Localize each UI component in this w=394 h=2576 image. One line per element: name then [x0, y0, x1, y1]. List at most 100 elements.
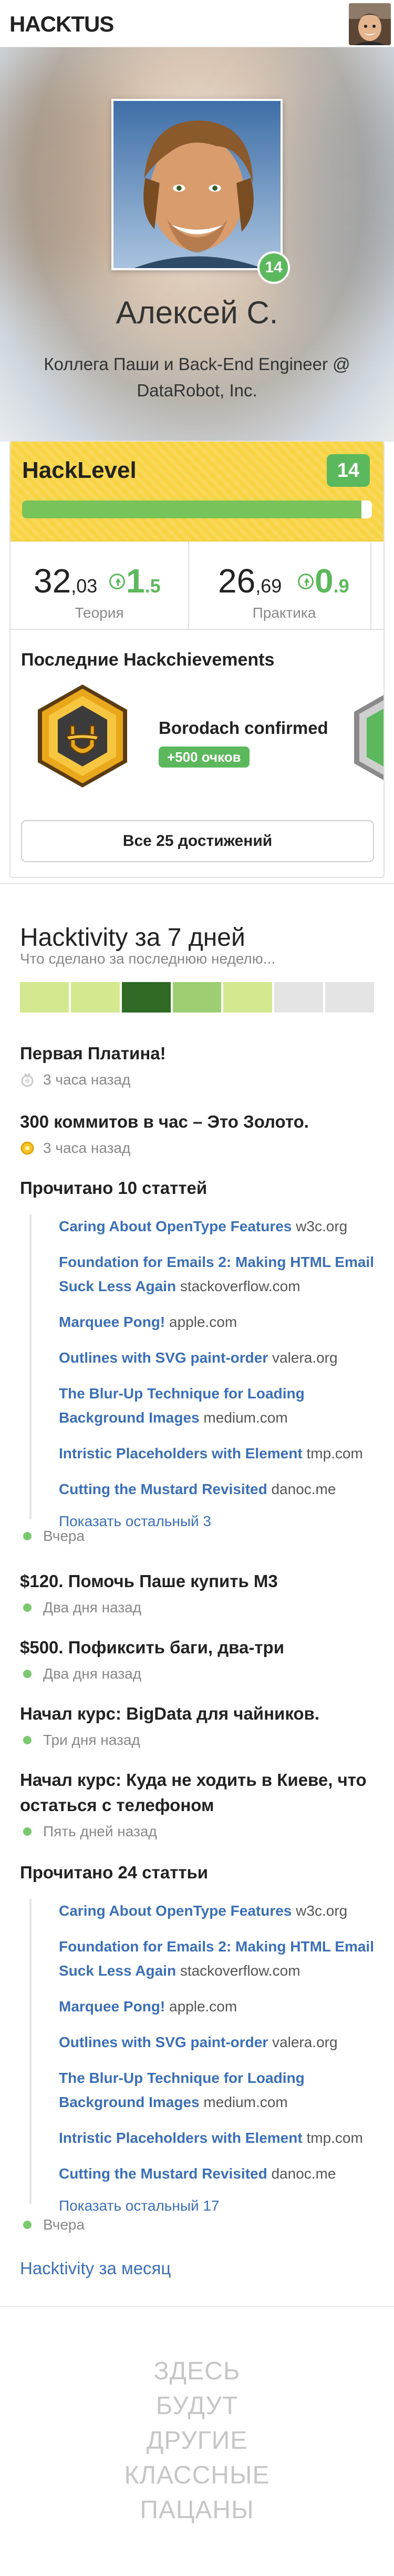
top-bar: HACKTUS — [0, 0, 394, 47]
article-link[interactable]: Marquee Pong! — [59, 1314, 165, 1330]
hacklevel-progress-bar — [22, 500, 372, 518]
profile-role: Коллега Паши и Back-End Engineer @ DataR… — [44, 354, 350, 400]
show-more-link[interactable]: Показать остальный 3 — [59, 1513, 376, 1530]
next-achievement-icon[interactable] — [352, 693, 383, 782]
article-host: danoc.me — [271, 1481, 336, 1497]
event-item[interactable]: Первая Платина! 3 часа назад — [20, 1041, 166, 1088]
event-item[interactable]: $500. Пофиксить баги, два-три Два дня на… — [20, 1635, 284, 1682]
heatmap-day-cell[interactable] — [325, 982, 375, 1013]
article-link[interactable]: Intristic Placeholders with Element — [59, 1445, 303, 1461]
stat-practice-value: 26,69 — [218, 562, 282, 600]
promo-line: ЗДЕСЬ — [153, 2357, 241, 2385]
section-divider — [0, 2306, 394, 2307]
article-item[interactable]: Marquee Pong! apple.com — [59, 1310, 376, 1334]
profile-hero: 14 Алексей С. Коллега Паши и Back-End En… — [0, 47, 394, 442]
event-item[interactable]: $120. Помочь Паше купить М3 Два дня наза… — [20, 1569, 278, 1616]
hacklevel-card: HackLevel 14 32,03 1.5 Теория 26,69 0.9 … — [9, 441, 385, 878]
event-title: 300 коммитов в час – Это Золото. — [20, 1112, 309, 1131]
event-title: Первая Платина! — [20, 1044, 166, 1063]
app-logo[interactable]: HACKTUS — [9, 12, 114, 37]
event-time: 3 часа назад — [20, 1071, 166, 1088]
event-title: $120. Помочь Паше купить М3 — [20, 1571, 278, 1591]
stat-practice[interactable]: 26,69 0.9 Практика — [198, 541, 371, 630]
article-item[interactable]: Cutting the Mustard Revisited danoc.me — [59, 1477, 376, 1501]
achievements-title: Последние Hackchievements — [21, 650, 275, 670]
article-link[interactable]: Cutting the Mustard Revisited — [59, 1481, 267, 1497]
article-link[interactable]: Outlines with SVG paint-order — [59, 2034, 268, 2050]
heatmap-day-cell[interactable] — [20, 982, 69, 1013]
achievement-name: Borodach confirmed — [159, 718, 328, 738]
event-time: Вчера — [20, 2216, 85, 2233]
promo-line: ДРУГИЕ — [146, 2427, 248, 2455]
article-item[interactable]: Foundation for Emails 2: Making HTML Ema… — [59, 1935, 376, 1983]
green-dot-icon — [23, 1827, 32, 1836]
heatmap-day-cell[interactable] — [274, 982, 324, 1013]
article-item[interactable]: Caring About OpenType Features w3c.org — [59, 1899, 376, 1923]
green-dot-icon — [23, 1532, 32, 1540]
hacktivity-title: Hacktivity за 7 дней — [20, 924, 245, 952]
activity-heatmap — [20, 982, 375, 1013]
article-item[interactable]: Caring About OpenType Features w3c.org — [59, 1214, 376, 1239]
article-item[interactable]: The Blur-Up Technique for Loading Backgr… — [59, 2066, 376, 2114]
heatmap-day-cell[interactable] — [70, 982, 120, 1013]
event-title: Начал курс: Куда не ходить в Киеве, что … — [20, 1770, 367, 1815]
article-item[interactable]: Marquee Pong! apple.com — [59, 1995, 376, 2019]
heatmap-day-cell[interactable] — [223, 982, 273, 1013]
profile-photo[interactable] — [111, 99, 283, 270]
article-link[interactable]: Caring About OpenType Features — [59, 1903, 292, 1919]
reading-list: Caring About OpenType Features w3c.org Fo… — [29, 1214, 376, 1529]
article-link[interactable]: Marquee Pong! — [59, 1998, 165, 2015]
event-item[interactable]: 300 коммитов в час – Это Золото. 3 часа … — [20, 1109, 309, 1157]
stats-row: 32,03 1.5 Теория 26,69 0.9 Практика — [11, 541, 383, 630]
event-item[interactable]: Прочитано 10 статтей — [20, 1175, 207, 1201]
article-item[interactable]: The Blur-Up Technique for Loading Backgr… — [59, 1382, 376, 1430]
promo-placeholder: ЗДЕСЬ БУДУТ ДРУГИЕ КЛАССНЫЕ ПАЦАНЫ — [0, 2354, 394, 2528]
green-dot-icon — [23, 1736, 32, 1744]
article-item[interactable]: Foundation for Emails 2: Making HTML Ema… — [59, 1250, 376, 1299]
stat-practice-label: Практика — [252, 605, 316, 621]
article-host: danoc.me — [271, 2165, 336, 2182]
profile-name: Алексей С. — [116, 295, 278, 330]
reading-list: Caring About OpenType Features w3c.org Fo… — [29, 1899, 376, 2214]
article-link[interactable]: Cutting the Mustard Revisited — [59, 2165, 267, 2182]
heatmap-day-cell[interactable] — [172, 982, 222, 1013]
stat-theory-delta: 1.5 — [109, 561, 161, 600]
show-more-link[interactable]: Показать остальный 17 — [59, 2197, 376, 2214]
article-host: w3c.org — [296, 1218, 348, 1234]
article-item[interactable]: Outlines with SVG paint-order valera.org — [59, 1346, 376, 1370]
article-item[interactable]: Outlines with SVG paint-order valera.org — [59, 2030, 376, 2054]
event-time-row: Вчера — [20, 1528, 85, 1545]
article-host: medium.com — [203, 1409, 288, 1426]
article-host: medium.com — [203, 2094, 288, 2110]
article-host: stackoverflow.com — [180, 1278, 300, 1294]
event-title: Начал курс: BigData для чайников. — [20, 1704, 320, 1723]
promo-line: БУДУТ — [155, 2392, 239, 2420]
article-link[interactable]: Outlines with SVG paint-order — [59, 1350, 268, 1366]
article-item[interactable]: Cutting the Mustard Revisited danoc.me — [59, 2162, 376, 2186]
arrow-up-icon — [298, 574, 314, 589]
article-host: tmp.com — [306, 2130, 363, 2146]
event-time-row: Вчера — [20, 2216, 85, 2233]
hacktivity-month-link[interactable]: Hacktivity за месяц — [20, 2258, 171, 2278]
article-link[interactable]: Caring About OpenType Features — [59, 1218, 292, 1234]
article-item[interactable]: Intristic Placeholders with Element tmp.… — [59, 2126, 376, 2150]
user-avatar[interactable] — [349, 3, 391, 45]
event-time: Два дня назад — [20, 1665, 284, 1682]
article-link[interactable]: Intristic Placeholders with Element — [59, 2130, 303, 2146]
all-achievements-button[interactable]: Все 25 достижений — [21, 820, 374, 862]
green-dot-icon — [23, 1603, 32, 1612]
event-title: Прочитано 10 статтей — [20, 1178, 208, 1198]
event-item[interactable]: Прочитано 24 статтьи — [20, 1860, 208, 1885]
heatmap-day-cell[interactable] — [121, 982, 171, 1013]
stat-theory[interactable]: 32,03 1.5 Теория — [11, 541, 189, 630]
event-time: Два дня назад — [20, 1599, 278, 1616]
article-host: w3c.org — [296, 1903, 348, 1919]
event-time: 3 часа назад — [20, 1140, 309, 1157]
event-item[interactable]: Начал курс: Куда не ходить в Киеве, что … — [20, 1767, 377, 1840]
event-item[interactable]: Начал курс: BigData для чайников. Три дн… — [20, 1701, 319, 1749]
event-time: Вчера — [20, 1528, 85, 1545]
section-divider — [0, 883, 394, 884]
beard-achievement-icon[interactable] — [34, 682, 131, 790]
stat-theory-value: 32,03 — [34, 562, 98, 600]
article-item[interactable]: Intristic Placeholders with Element tmp.… — [59, 1442, 376, 1466]
